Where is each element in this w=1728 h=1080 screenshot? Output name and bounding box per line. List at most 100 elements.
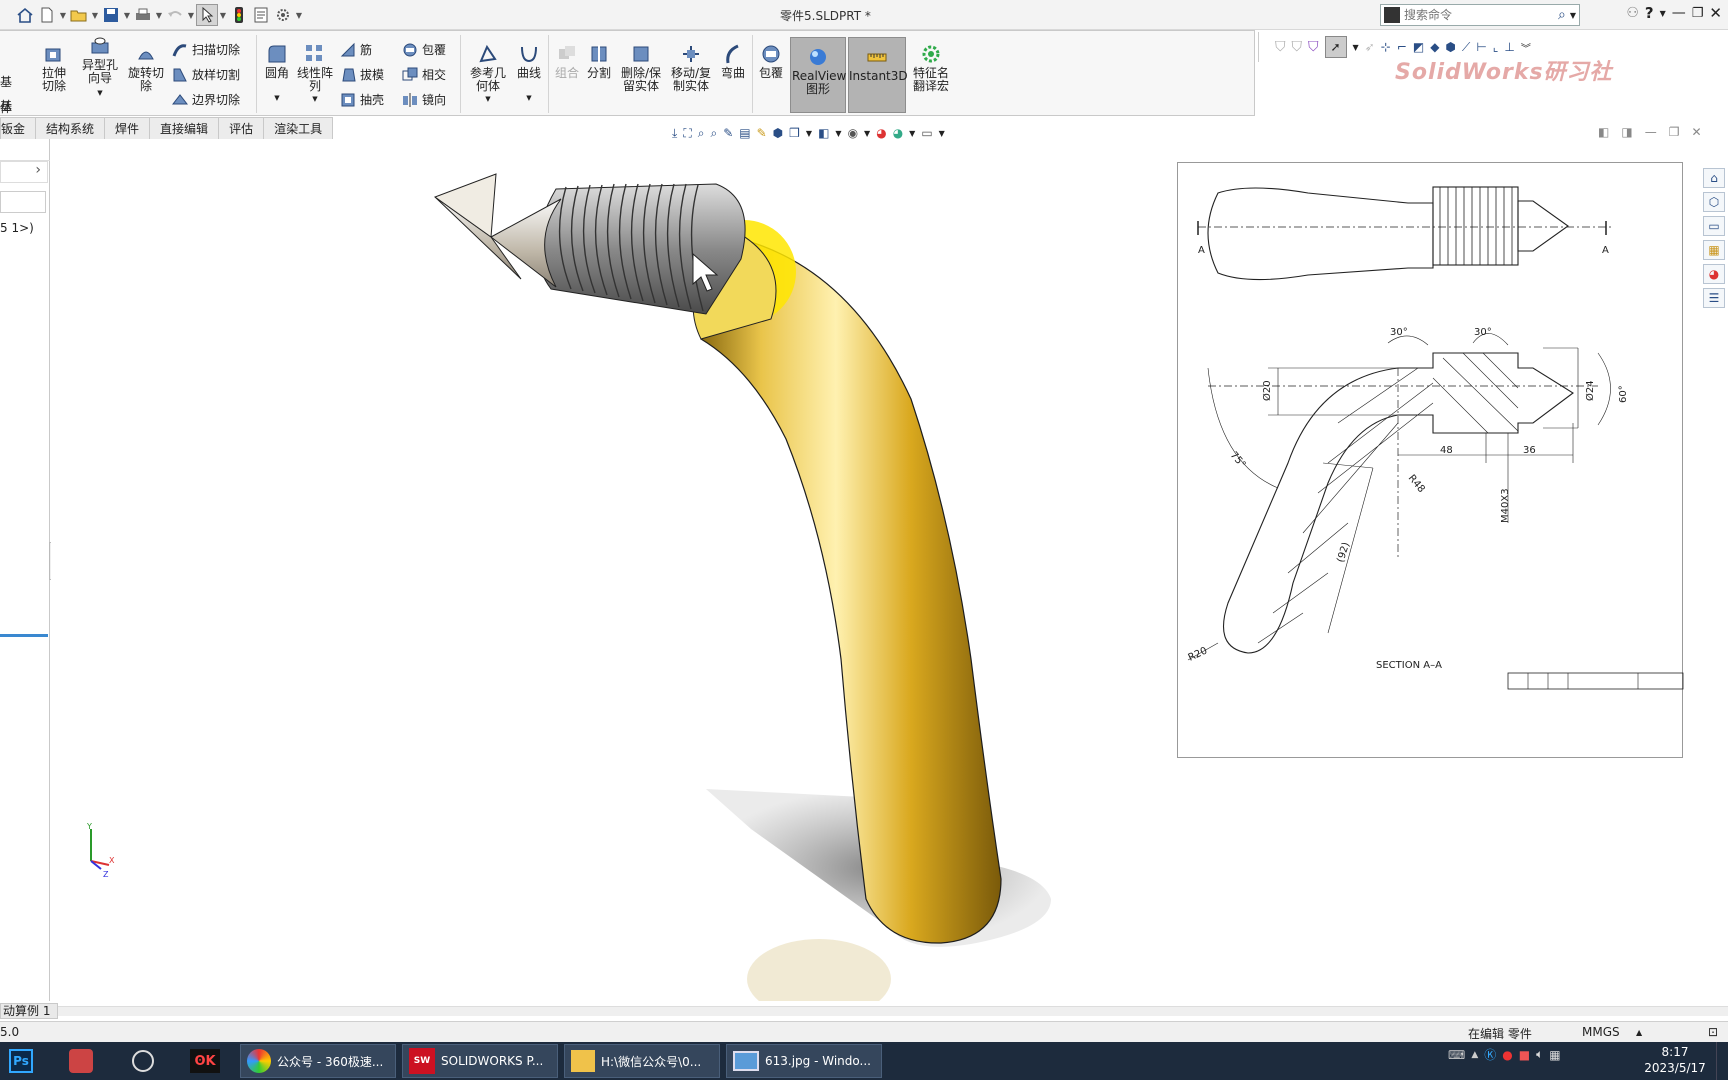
delete-keep-body-button[interactable]: 删除/保留实体 — [618, 43, 664, 93]
units-caret-icon[interactable]: ▲ — [1636, 1028, 1642, 1037]
minimize-icon[interactable]: — — [1672, 5, 1686, 21]
dynamic-annotation-icon[interactable]: ▤ — [739, 126, 750, 140]
combine-button[interactable]: 组合 — [552, 43, 582, 80]
filter-color-icon[interactable]: ⛉ — [1308, 39, 1319, 55]
view-settings-monitor-icon[interactable]: ▭ — [921, 126, 932, 140]
revolve-cut-button[interactable]: 旋转切除 — [126, 43, 166, 93]
tray-app-red-icon[interactable]: ■ — [1519, 1048, 1530, 1062]
apply-scene-caret[interactable]: ▼ — [909, 129, 915, 138]
intersect-button[interactable]: 相交 — [402, 66, 446, 83]
taskbar-task-photo-viewer[interactable]: 613.jpg - Windo... — [726, 1044, 882, 1078]
fillet-dropdown-caret[interactable]: ▼ — [260, 92, 294, 105]
display-style-cube-icon[interactable]: ⬢ — [773, 126, 783, 140]
custom-properties-icon[interactable]: ☰ — [1703, 288, 1725, 308]
view-settings-caret[interactable]: ▼ — [939, 129, 945, 138]
wrap-button[interactable]: 包覆 — [402, 41, 446, 58]
snipping-tool-taskbar-icon[interactable] — [128, 1044, 158, 1078]
appearances-scenes-icon[interactable]: ◕ — [1703, 264, 1725, 284]
shell-button[interactable]: 抽壳 — [340, 91, 384, 108]
view-palette-icon[interactable]: ▦ — [1703, 240, 1725, 260]
tray-volume-icon[interactable]: 🔈︎ — [1536, 1047, 1543, 1062]
filter-more-chevron-icon[interactable]: ︾ — [1521, 40, 1531, 55]
file-properties-icon[interactable] — [250, 4, 272, 26]
linear-pattern-dropdown-caret[interactable]: ▼ — [296, 93, 334, 106]
hole-wizard-button[interactable]: 异型孔向导 ▼ — [80, 35, 120, 100]
open-folder-icon[interactable] — [68, 4, 90, 26]
rib-button[interactable]: 筋 — [340, 41, 372, 58]
tray-record-icon[interactable]: ● — [1502, 1048, 1512, 1062]
filter-vertex-icon[interactable]: ⊹ — [1381, 40, 1391, 54]
filter-face-icon[interactable]: ◩ — [1413, 40, 1424, 54]
hole-wizard-dropdown-caret[interactable]: ▼ — [97, 89, 102, 97]
taskbar-task-explorer[interactable]: H:\微信公众号\0... — [564, 1044, 720, 1078]
edit-appearance-icon[interactable]: ◕ — [876, 126, 886, 140]
fillet-button[interactable]: 圆角 ▼ — [260, 43, 294, 105]
panel-expand-arrow-icon[interactable]: › — [0, 161, 48, 183]
design-library-icon[interactable]: ⬡ — [1703, 192, 1725, 212]
screen-recorder-taskbar-icon[interactable] — [66, 1044, 96, 1078]
new-dropdown-caret[interactable]: ▼ — [58, 4, 68, 26]
filter-body-icon[interactable]: ⬢ — [1445, 40, 1455, 54]
filter-icon[interactable]: ⛉ — [1275, 39, 1286, 55]
curves-button[interactable]: 曲线 ▼ — [512, 43, 546, 105]
flex-button[interactable]: 弯曲 — [718, 43, 748, 80]
options-gear-icon[interactable] — [272, 4, 294, 26]
restore-icon[interactable]: ❐ — [1692, 6, 1704, 21]
ok-app-taskbar-icon[interactable]: ʘK — [188, 1044, 222, 1078]
close-icon[interactable]: ✕ — [1709, 4, 1722, 22]
viewport-restore-icon[interactable]: ❐ — [1669, 125, 1680, 139]
file-explorer-icon[interactable]: ▭ — [1703, 216, 1725, 236]
taskbar-task-browser[interactable]: 公众号 - 360极速... — [240, 1044, 396, 1078]
undo-dropdown-caret[interactable]: ▼ — [186, 4, 196, 26]
taskbar-clock[interactable]: 8:17 2023/5/17 — [1640, 1044, 1710, 1076]
viewport-minimize-icon[interactable]: — — [1645, 125, 1657, 139]
tray-show-hidden-icon[interactable]: ▲ — [1471, 1050, 1478, 1060]
tray-keyboard-icon[interactable]: ⌨ — [1448, 1048, 1465, 1062]
viewport-tile-right-icon[interactable]: ◨ — [1621, 125, 1632, 139]
split-button[interactable]: 分割 — [584, 43, 614, 80]
section-view-icon[interactable]: ✎ — [723, 126, 733, 140]
feature-translate-macro-button[interactable]: 特征名翻译宏 — [910, 43, 952, 93]
tab-render-tools[interactable]: 渲染工具 — [263, 117, 334, 139]
status-resize-grip-icon[interactable]: ⊡ — [1708, 1025, 1718, 1039]
view-setting-icon[interactable]: ✎ — [757, 126, 767, 140]
feature-tree-item[interactable]: 5 1>) — [0, 221, 34, 235]
search-icon[interactable]: ⌕ — [1558, 7, 1566, 23]
print-icon[interactable] — [132, 4, 154, 26]
save-icon[interactable] — [100, 4, 122, 26]
search-input[interactable] — [1400, 8, 1540, 22]
filter-axis-icon[interactable]: ⟋ — [1462, 40, 1470, 55]
loft-cut-button[interactable]: 放样切割 — [172, 66, 240, 83]
filter-dropdown-caret[interactable]: ▼ — [1353, 43, 1359, 52]
sweep-cut-button[interactable]: 扫描切除 — [172, 41, 240, 58]
wrap2-button[interactable]: 包覆 — [756, 43, 786, 80]
hud-dropdown-caret[interactable]: ▼ — [806, 129, 812, 138]
status-units[interactable]: MMGS — [1582, 1025, 1620, 1039]
filter-annotation-icon[interactable]: ⌞ — [1493, 40, 1499, 54]
tab-evaluate[interactable]: 评估 — [218, 117, 265, 139]
tab-direct-editing[interactable]: 直接编辑 — [149, 117, 220, 139]
display-style-caret[interactable]: ▼ — [835, 129, 841, 138]
realview-graphics-button[interactable]: RealView图形 — [790, 37, 846, 113]
linear-pattern-button[interactable]: 线性阵列 ▼ — [296, 43, 334, 106]
help-dropdown-caret[interactable]: ▼ — [1660, 9, 1666, 18]
filter-sketch-icon[interactable]: ➶ — [1365, 40, 1375, 54]
extrude-cut-button[interactable]: 拉伸切除 — [34, 43, 74, 93]
instant3d-button[interactable]: Instant3D — [848, 37, 908, 113]
viewport-tile-left-icon[interactable]: ◧ — [1598, 125, 1609, 139]
curves-dropdown-caret[interactable]: ▼ — [512, 92, 546, 105]
help-icon[interactable]: ? — [1645, 4, 1654, 22]
user-icon[interactable]: ⚇ — [1626, 5, 1639, 21]
taskbar-task-solidworks[interactable]: SW SOLIDWORKS P... — [402, 1044, 558, 1078]
undo-icon[interactable] — [164, 4, 186, 26]
panel-filter-input[interactable] — [0, 191, 46, 213]
save-dropdown-caret[interactable]: ▼ — [122, 4, 132, 26]
select-dropdown-caret[interactable]: ▼ — [218, 4, 228, 26]
tray-network-icon[interactable]: ▦ — [1549, 1048, 1560, 1062]
select-arrow-icon[interactable] — [196, 4, 218, 26]
options-dropdown-caret[interactable]: ▼ — [294, 4, 304, 26]
search-dropdown-caret[interactable]: ▼ — [1570, 11, 1576, 20]
show-desktop-button[interactable] — [1716, 1042, 1728, 1080]
rebuild-traffic-light-icon[interactable] — [228, 4, 250, 26]
photoshop-taskbar-icon[interactable]: Ps — [6, 1044, 36, 1078]
